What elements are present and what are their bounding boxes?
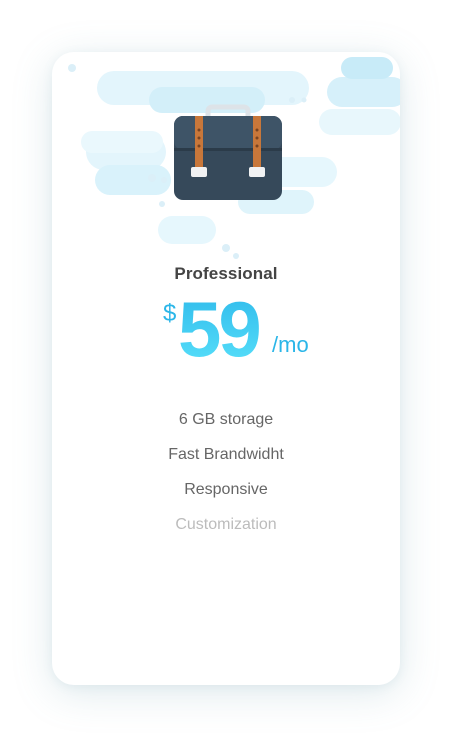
feature-item: 6 GB storage <box>178 411 274 428</box>
price-amount: 59 <box>178 285 262 373</box>
pricing-card: Professional $ 59 /mo 6 GB storage Fast … <box>52 52 400 685</box>
price: $ 59 /mo <box>52 285 400 373</box>
feature-list: 6 GB storage Fast Brandwidht Responsive … <box>52 402 400 542</box>
feature-item: Responsive <box>184 481 268 498</box>
price-period: /mo <box>272 332 309 357</box>
briefcase-icon <box>174 104 282 200</box>
plan-name: Professional <box>174 264 278 283</box>
price-currency: $ <box>163 300 177 327</box>
feature-item: Fast Brandwidht <box>168 446 284 463</box>
feature-item-unavailable: Customization <box>175 516 277 533</box>
page: Professional $ 59 /mo 6 GB storage Fast … <box>0 0 453 737</box>
